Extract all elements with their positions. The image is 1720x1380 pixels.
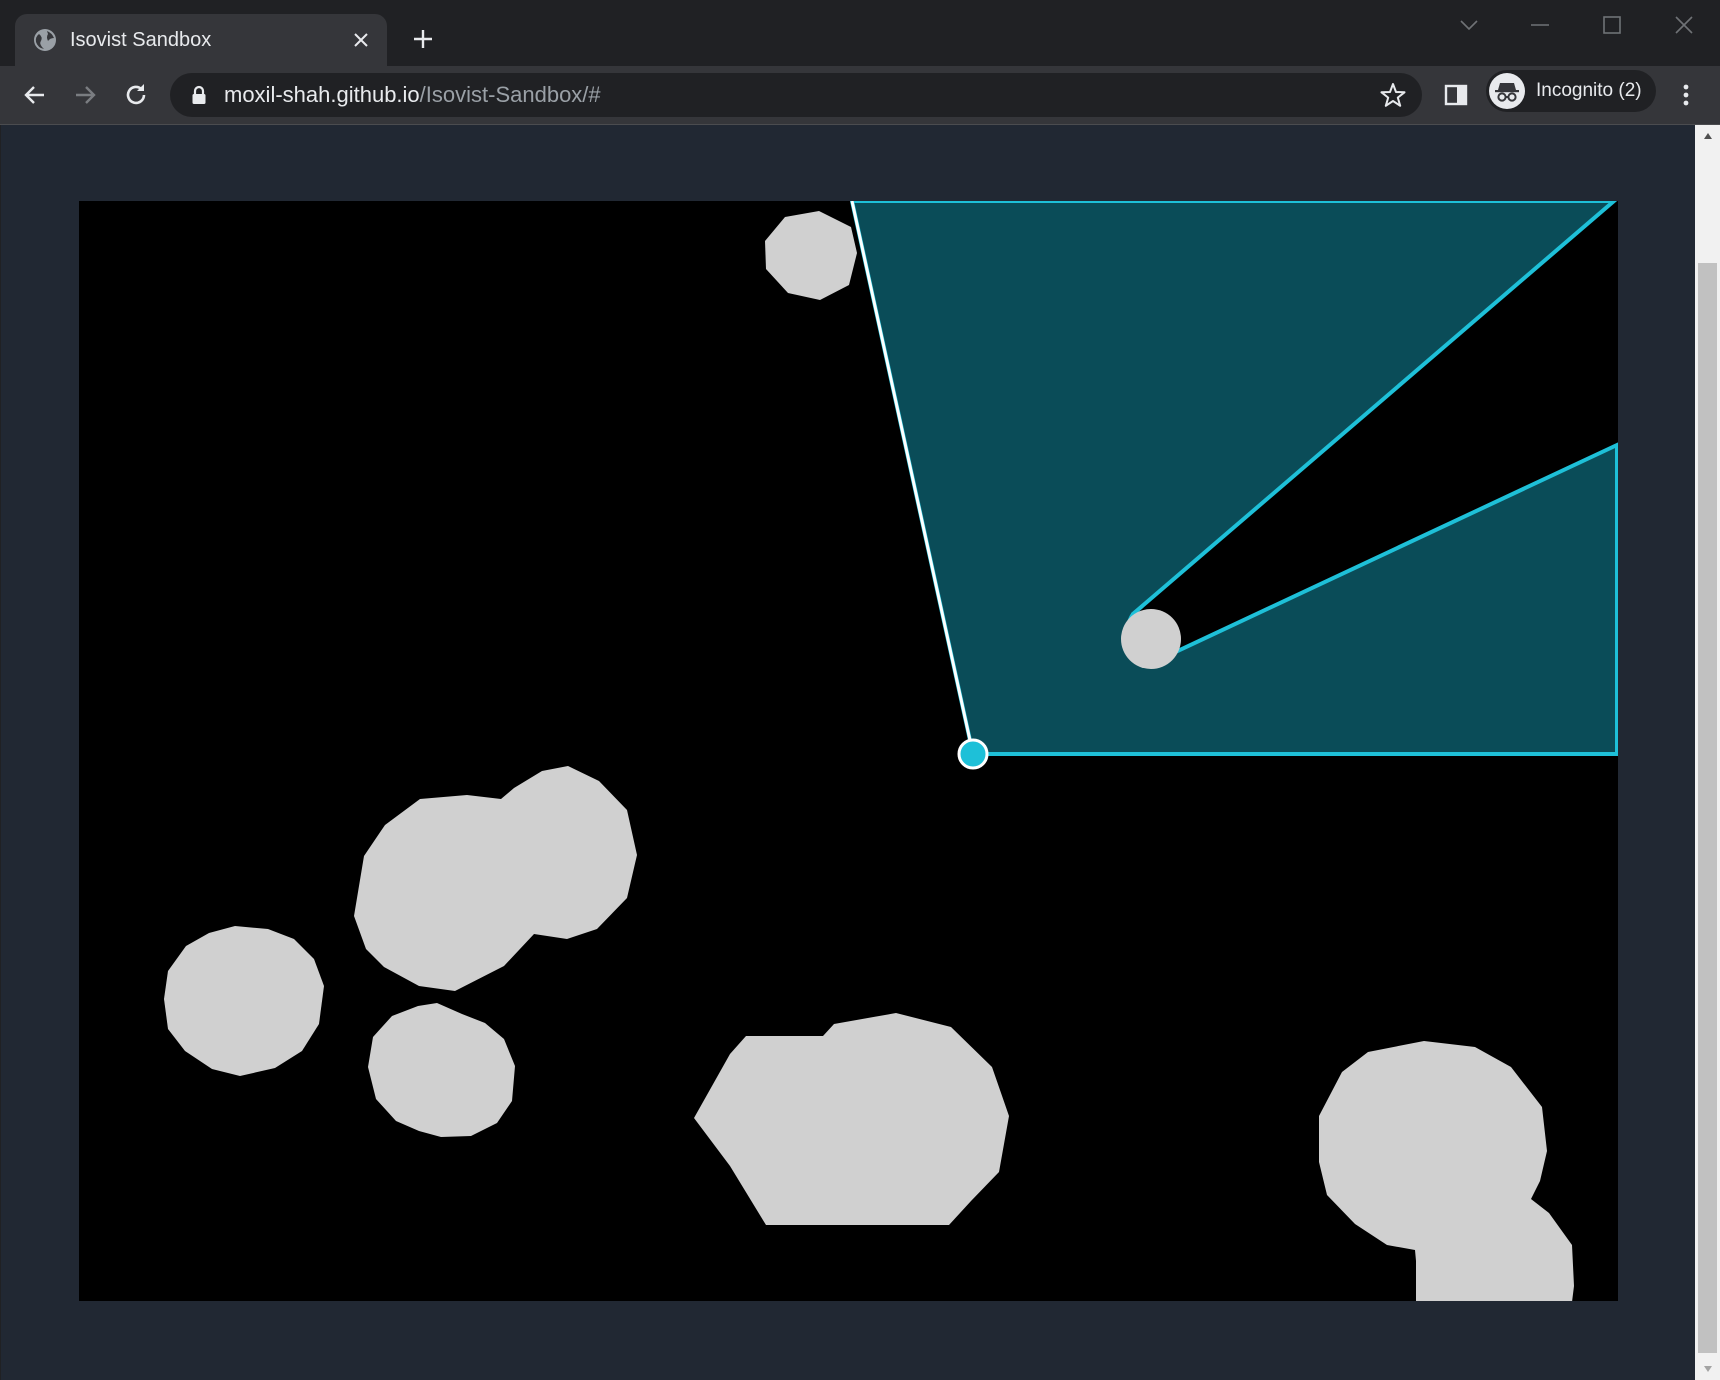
viewer-point[interactable] [957,738,989,770]
browser-window: Isovist Sandbox moxil-shah.github.io/Iso… [0,0,1720,1380]
chevron-down-icon [1460,20,1478,31]
more-vertical-icon [1683,84,1689,106]
obstacle[interactable] [164,926,324,1076]
close-icon [1675,16,1693,34]
obstacle[interactable] [765,211,857,300]
incognito-profile-button[interactable]: Incognito (2) [1486,70,1656,112]
globe-icon [34,29,56,51]
incognito-icon [1489,73,1525,109]
new-tab-button[interactable] [408,24,438,54]
url-path: /Isovist-Sandbox/# [419,82,601,107]
obstacle[interactable] [354,766,637,991]
minimize-icon [1531,24,1549,26]
close-tab-button[interactable] [349,28,373,52]
page-scrollbar[interactable] [1695,125,1720,1380]
url-host: moxil-shah.github.io [224,82,420,107]
tab-search-button[interactable] [1444,10,1494,40]
isovist-canvas[interactable] [79,201,1618,1301]
minimize-button[interactable] [1515,10,1565,40]
obstacle[interactable] [1319,1041,1574,1301]
obstacle[interactable] [1121,609,1181,669]
arrow-left-icon [24,86,44,104]
forward-button[interactable] [70,80,100,110]
reload-icon [126,84,146,105]
page-viewport [1,125,1695,1380]
tab-isovist-sandbox[interactable]: Isovist Sandbox [15,14,387,66]
scroll-up-button[interactable] [1695,125,1720,147]
scroll-down-button[interactable] [1695,1358,1720,1380]
obstacle[interactable] [694,1013,1009,1225]
lock-icon [192,85,206,104]
isovist-polygon [849,201,1618,756]
browser-toolbar: moxil-shah.github.io/Isovist-Sandbox/# I… [0,66,1720,125]
tab-title: Isovist Sandbox [70,29,212,51]
tab-strip: Isovist Sandbox [0,0,1720,66]
incognito-label: Incognito (2) [1536,80,1642,101]
scroll-thumb[interactable] [1698,263,1717,1353]
side-panel-button[interactable] [1441,80,1471,110]
back-button[interactable] [20,80,50,110]
maximize-icon [1603,16,1621,34]
triangle-down-icon [1703,1366,1712,1372]
url-text: moxil-shah.github.io/Isovist-Sandbox/# [224,83,601,107]
triangle-up-icon [1703,133,1712,139]
reload-button[interactable] [121,80,151,110]
browser-menu-button[interactable] [1671,80,1701,110]
plus-icon [414,30,432,48]
close-icon [354,33,368,47]
arrow-right-icon [76,86,96,104]
close-window-button[interactable] [1659,10,1709,40]
side-panel-icon [1444,84,1468,106]
maximize-button[interactable] [1587,10,1637,40]
obstacle[interactable] [368,1003,515,1137]
address-bar[interactable]: moxil-shah.github.io/Isovist-Sandbox/# [170,73,1422,117]
bookmark-star-icon[interactable] [1380,82,1406,108]
